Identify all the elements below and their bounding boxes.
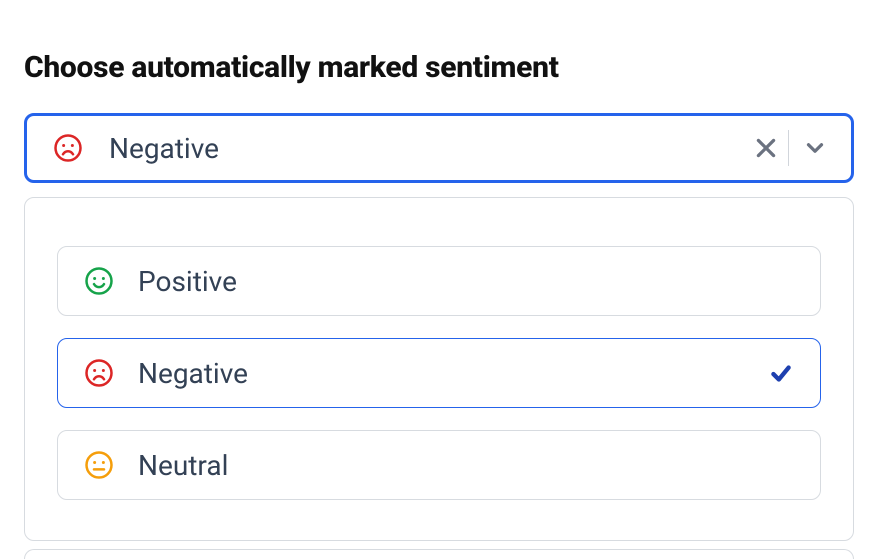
option-label: Positive: [138, 265, 237, 298]
option-negative[interactable]: Negative: [57, 338, 821, 408]
frown-icon: [84, 358, 114, 388]
check-icon: [768, 360, 794, 386]
clear-icon[interactable]: [746, 128, 786, 168]
meh-icon: [84, 450, 114, 480]
sentiment-dropdown: Positive Negative Neutr: [24, 197, 854, 541]
smile-icon: [84, 266, 114, 296]
option-label: Negative: [138, 357, 248, 390]
option-positive[interactable]: Positive: [57, 246, 821, 316]
select-value-label: Negative: [109, 132, 219, 165]
option-label: Neutral: [138, 449, 228, 482]
sentiment-select[interactable]: Negative: [24, 113, 854, 183]
select-value: Negative: [53, 132, 219, 165]
option-neutral[interactable]: Neutral: [57, 430, 821, 500]
frown-icon: [53, 133, 83, 163]
chevron-down-icon[interactable]: [795, 128, 835, 168]
section-title: Choose automatically marked sentiment: [24, 50, 854, 85]
select-divider: [788, 130, 789, 166]
next-panel-top: [24, 549, 854, 559]
